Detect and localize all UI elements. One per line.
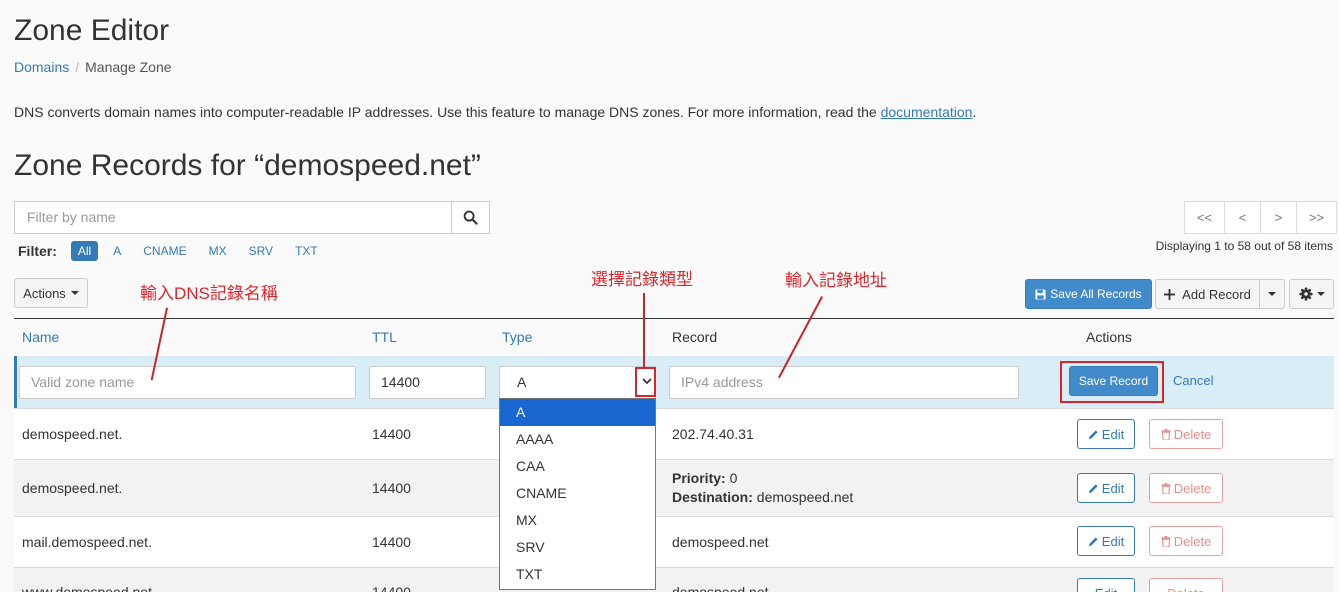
page-title: Zone Editor (14, 14, 170, 47)
row-record: 202.74.40.31 (672, 426, 754, 442)
search-button[interactable] (451, 202, 489, 233)
type-option-cname[interactable]: CNAME (500, 480, 655, 507)
edit-button[interactable]: Edit (1077, 526, 1135, 556)
type-option-a[interactable]: A (500, 399, 655, 426)
type-option-srv[interactable]: SRV (500, 534, 655, 561)
row-ttl: 14400 (372, 534, 411, 550)
caret-down-icon (1268, 292, 1276, 296)
settings-button[interactable] (1289, 279, 1334, 309)
row-ttl: 14400 (372, 480, 411, 496)
filter-type-row: Filter: All A CNAME MX SRV TXT (18, 241, 333, 261)
ttl-input[interactable]: 14400 (369, 366, 486, 399)
trash-icon (1161, 428, 1171, 440)
breadcrumb: Domains / Manage Zone (14, 59, 172, 75)
row-name: www.demospeed.net. (22, 584, 156, 592)
record-type-dropdown: A AAAA CAA CNAME MX SRV TXT (499, 398, 656, 590)
page-description: DNS converts domain names into computer-… (14, 104, 977, 120)
annotation-arrow-type (643, 293, 645, 367)
filter-search-box: Filter by name (14, 201, 490, 234)
delete-button[interactable]: Delete (1149, 473, 1223, 503)
display-count: Displaying 1 to 58 out of 58 items (1155, 239, 1333, 253)
save-record-highlight (1060, 361, 1164, 403)
type-option-caa[interactable]: CAA (500, 453, 655, 480)
filter-pill-srv[interactable]: SRV (242, 241, 280, 261)
annotation-name: 輸入DNS記錄名稱 (140, 284, 278, 303)
filter-pill-mx[interactable]: MX (202, 241, 234, 261)
plus-icon (1164, 288, 1176, 300)
pager-prev-button[interactable]: < (1224, 201, 1261, 234)
breadcrumb-separator: / (75, 59, 80, 75)
pencil-icon (1088, 429, 1098, 439)
save-all-records-button[interactable]: Save All Records (1025, 279, 1152, 309)
row-record: demospeed.net (672, 584, 769, 592)
pager-next-button[interactable]: > (1260, 201, 1297, 234)
table-row: mail.demospeed.net. 14400 demospeed.net … (14, 516, 1334, 567)
pagination: << < > >> (1184, 201, 1337, 234)
column-header-actions: Actions (1086, 329, 1132, 345)
column-header-type[interactable]: Type (502, 329, 532, 345)
add-record-button[interactable]: Add Record (1155, 279, 1260, 309)
row-record: demospeed.net (672, 534, 769, 550)
cancel-link[interactable]: Cancel (1173, 373, 1213, 388)
breadcrumb-current: Manage Zone (85, 59, 172, 75)
table-row: demospeed.net. 14400 Priority: 0 Destina… (14, 459, 1334, 516)
pencil-icon (1088, 483, 1098, 493)
column-header-ttl[interactable]: TTL (372, 329, 397, 345)
table-row: www.demospeed.net. 14400 demospeed.net E… (14, 567, 1334, 592)
row-name: demospeed.net. (22, 480, 123, 496)
filter-pill-a[interactable]: A (106, 241, 128, 261)
trash-icon (1161, 482, 1171, 494)
caret-down-icon (1316, 292, 1325, 296)
filter-input[interactable]: Filter by name (15, 202, 451, 233)
annotation-address: 輸入記錄地址 (785, 271, 887, 290)
delete-button[interactable]: Delete (1149, 526, 1223, 556)
row-ttl: 14400 (372, 426, 411, 442)
table-row: demospeed.net. 14400 202.74.40.31 Edit D… (14, 408, 1334, 459)
type-option-txt[interactable]: TXT (500, 561, 655, 588)
filter-pill-cname[interactable]: CNAME (136, 241, 193, 261)
caret-down-icon (70, 291, 79, 295)
table-top-border (14, 318, 1334, 319)
actions-dropdown-button[interactable]: Actions (14, 278, 88, 308)
row-name: demospeed.net. (22, 426, 123, 442)
column-header-name[interactable]: Name (22, 329, 59, 345)
annotation-type: 選擇記錄類型 (591, 270, 693, 289)
type-option-mx[interactable]: MX (500, 507, 655, 534)
zone-name-input[interactable]: Valid zone name (19, 366, 356, 399)
filter-pill-all[interactable]: All (70, 241, 99, 261)
column-header-record: Record (672, 329, 718, 345)
filter-pill-txt[interactable]: TXT (288, 241, 325, 261)
delete-button[interactable]: Delete (1149, 578, 1223, 592)
section-title: Zone Records for “demospeed.net” (14, 149, 481, 182)
search-icon (463, 210, 478, 225)
record-type-select[interactable]: A (499, 366, 656, 399)
trash-icon (1161, 535, 1171, 547)
save-icon (1035, 288, 1046, 300)
gear-icon (1298, 287, 1313, 301)
add-record-options-button[interactable] (1259, 279, 1285, 309)
edit-button[interactable]: Edit (1077, 473, 1135, 503)
pager-last-button[interactable]: >> (1296, 201, 1337, 234)
type-option-aaaa[interactable]: AAAA (500, 426, 655, 453)
pager-first-button[interactable]: << (1184, 201, 1225, 234)
row-record-destination: Destination: demospeed.net (672, 489, 854, 505)
filter-label: Filter: (18, 243, 57, 259)
type-select-highlight (635, 367, 656, 397)
breadcrumb-domains-link[interactable]: Domains (14, 59, 69, 75)
edit-button[interactable]: Edit (1077, 578, 1135, 592)
pencil-icon (1088, 536, 1098, 546)
row-record-priority: Priority: 0 (672, 470, 738, 486)
delete-button[interactable]: Delete (1149, 419, 1223, 449)
row-name: mail.demospeed.net. (22, 534, 152, 550)
row-ttl: 14400 (372, 584, 411, 592)
documentation-link[interactable]: documentation (881, 104, 973, 120)
record-address-input[interactable]: IPv4 address (669, 366, 1019, 399)
edit-button[interactable]: Edit (1077, 419, 1135, 449)
